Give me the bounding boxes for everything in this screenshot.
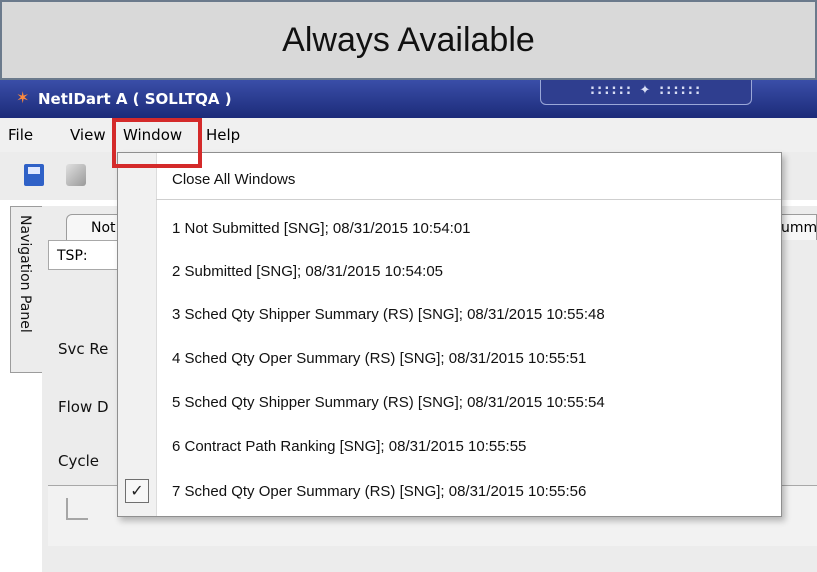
window-item-3[interactable]: 3 Sched Qty Shipper Summary (RS) [SNG]; … xyxy=(172,306,605,323)
svc-req-label: Svc Re xyxy=(58,340,109,358)
window-item-5[interactable]: 5 Sched Qty Shipper Summary (RS) [SNG]; … xyxy=(172,394,605,411)
window-menu-dropdown: Close All Windows 1 Not Submitted [SNG];… xyxy=(117,152,782,517)
menu-help[interactable]: Help xyxy=(206,126,240,144)
window-item-7[interactable]: 7 Sched Qty Oper Summary (RS) [SNG]; 08/… xyxy=(172,483,586,500)
title-bar: ✶ NetIDart A ( SOLLTQA ) :::::: ✦ :::::: xyxy=(0,80,817,118)
menu-gutter xyxy=(118,153,157,516)
menu-separator xyxy=(156,199,781,200)
save-icon[interactable] xyxy=(24,164,44,186)
tsp-field[interactable]: TSP: xyxy=(48,240,118,270)
caption-banner: Always Available xyxy=(0,0,817,80)
flow-date-label: Flow D xyxy=(58,398,109,416)
export-icon[interactable] xyxy=(66,498,88,520)
app-logo-icon: ✶ xyxy=(16,88,30,107)
window-item-6[interactable]: 6 Contract Path Ranking [SNG]; 08/31/201… xyxy=(172,438,526,455)
navigation-panel-label: Navigation Panel xyxy=(17,215,33,333)
window-item-2[interactable]: 2 Submitted [SNG]; 08/31/2015 10:54:05 xyxy=(172,263,443,280)
window-item-4[interactable]: 4 Sched Qty Oper Summary (RS) [SNG]; 08/… xyxy=(172,350,586,367)
window-item-1[interactable]: 1 Not Submitted [SNG]; 08/31/2015 10:54:… xyxy=(172,220,471,237)
caption-text: Always Available xyxy=(282,20,535,59)
menu-file[interactable]: File xyxy=(8,126,33,144)
close-all-windows-item[interactable]: Close All Windows xyxy=(172,171,295,188)
tab-summary[interactable]: umm xyxy=(776,214,817,240)
menu-view[interactable]: View xyxy=(70,126,106,144)
package-icon[interactable] xyxy=(66,164,86,186)
window-grip-handle[interactable]: :::::: ✦ :::::: xyxy=(540,80,752,105)
window-menu-highlight-box xyxy=(112,118,202,168)
checkmark-icon: ✓ xyxy=(125,479,149,503)
window-title: NetIDart A ( SOLLTQA ) xyxy=(38,90,232,108)
cycle-label: Cycle xyxy=(58,452,99,470)
